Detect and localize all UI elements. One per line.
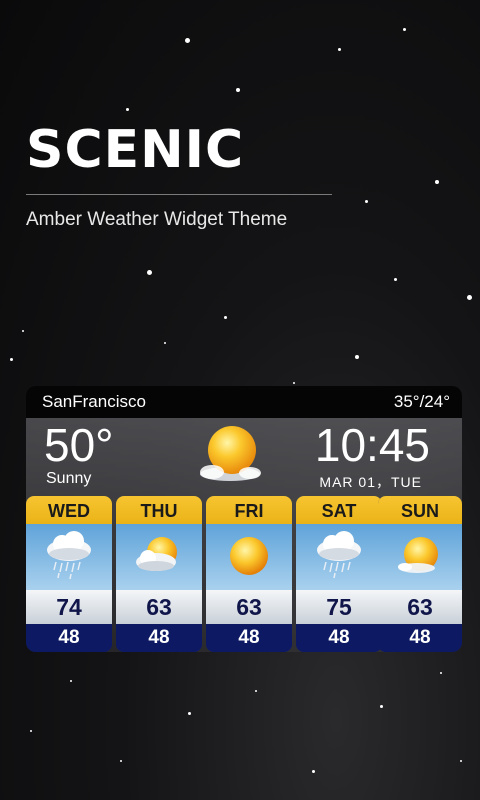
weather-widget[interactable]: SanFrancisco 35°/24° 50° Sunny 10:45 MAR… (26, 386, 462, 652)
title-divider (26, 194, 332, 195)
cloud-rain-icon (47, 531, 91, 580)
day-sky (296, 524, 382, 590)
current-temperature: 50° (44, 419, 114, 471)
forecast-day-sat[interactable]: SAT 75 48 (296, 496, 382, 652)
sun-cloud-icon (398, 537, 438, 573)
theme-title: SCENIC (26, 120, 245, 180)
day-high-temp: 74 (26, 590, 112, 624)
day-low-temp: 48 (116, 624, 202, 652)
day-low-temp: 48 (206, 624, 292, 652)
city-name[interactable]: SanFrancisco (42, 392, 146, 412)
cloud-rain-icon (317, 531, 361, 579)
sun-icon (230, 537, 268, 575)
forecast-row: WED 74 48 THU 63 48 FRI 63 48 SAT 75 48 … (26, 496, 462, 652)
day-sky (116, 524, 202, 590)
day-sky (378, 524, 462, 590)
hi-lo-range: 35°/24° (393, 392, 450, 411)
day-high-temp: 63 (206, 590, 292, 624)
theme-title-block: SCENIC Amber Weather Widget Theme (26, 120, 336, 231)
day-sky (26, 524, 112, 590)
forecast-day-wed[interactable]: WED 74 48 (26, 496, 112, 652)
widget-header: SanFrancisco 35°/24° (26, 386, 462, 418)
day-label: FRI (206, 496, 292, 524)
day-label: SAT (296, 496, 382, 524)
day-high-temp: 75 (296, 590, 382, 624)
day-label: SUN (378, 496, 462, 524)
day-high-temp: 63 (116, 590, 202, 624)
day-label: THU (116, 496, 202, 524)
sun-cloud-icon (200, 426, 261, 481)
day-low-temp: 48 (26, 624, 112, 652)
forecast-day-fri[interactable]: FRI 63 48 (206, 496, 292, 652)
clock-date: MAR 01，TUE (319, 474, 422, 490)
day-label: WED (26, 496, 112, 524)
sun-cloud-icon (136, 537, 177, 571)
clock-time[interactable]: 10:45 (315, 422, 430, 468)
forecast-day-sun[interactable]: SUN 63 48 (378, 496, 462, 652)
day-low-temp: 48 (296, 624, 382, 652)
current-condition: Sunny (46, 470, 92, 487)
day-sky (206, 524, 292, 590)
day-low-temp: 48 (378, 624, 462, 652)
day-high-temp: 63 (378, 590, 462, 624)
forecast-day-thu[interactable]: THU 63 48 (116, 496, 202, 652)
theme-subtitle: Amber Weather Widget Theme (26, 209, 288, 230)
